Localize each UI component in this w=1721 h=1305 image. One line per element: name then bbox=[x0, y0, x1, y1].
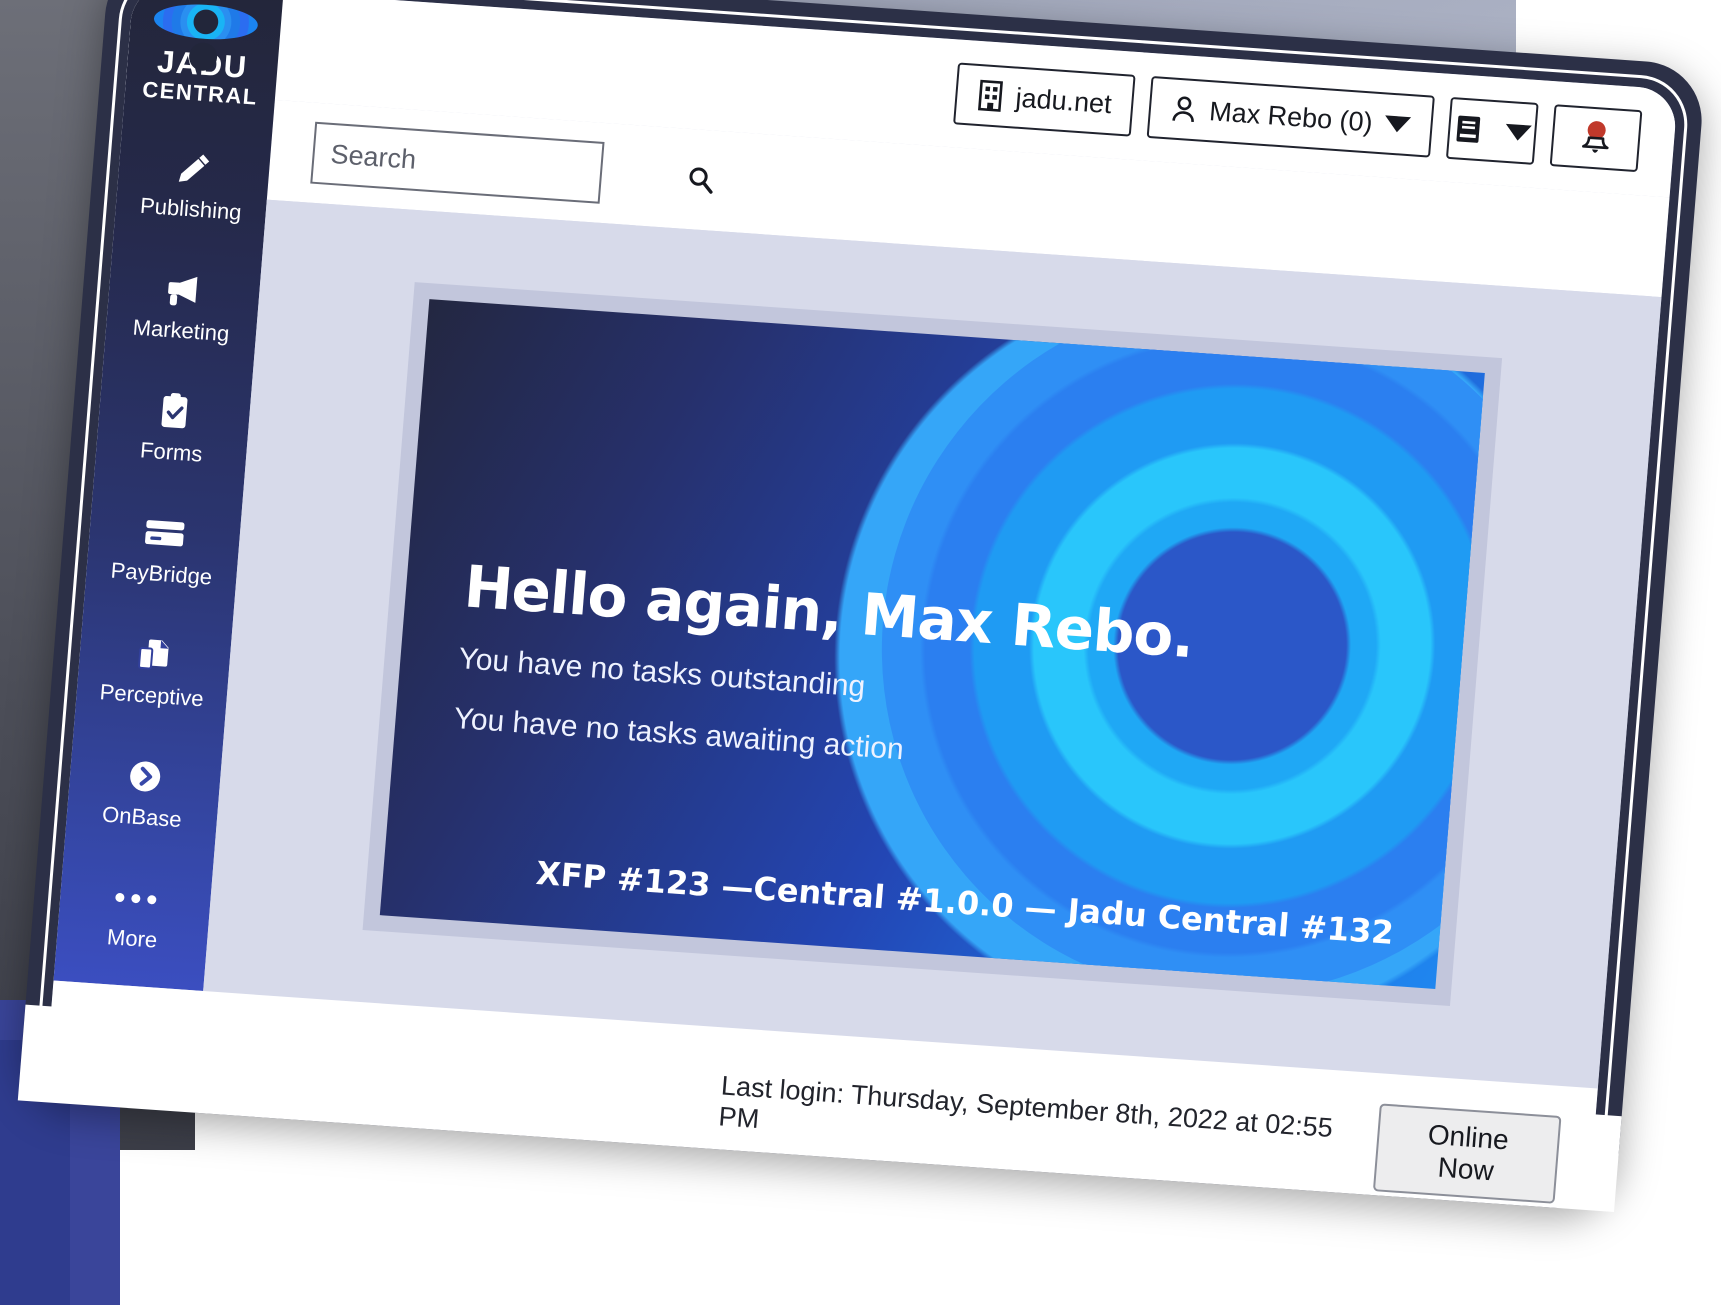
help-menu-button[interactable] bbox=[1445, 96, 1539, 165]
credit-card-icon bbox=[141, 512, 188, 555]
sidebar-item-marketing[interactable]: Marketing bbox=[104, 251, 262, 361]
sidebar-item-more[interactable]: More bbox=[55, 859, 213, 969]
search-input[interactable] bbox=[327, 137, 688, 196]
documents-icon bbox=[134, 634, 175, 677]
sidebar-label: Marketing bbox=[131, 314, 231, 347]
user-icon bbox=[1170, 94, 1198, 126]
hero-frame: Hello again, Max Rebo. You have no tasks… bbox=[362, 282, 1503, 1007]
ellipsis-icon bbox=[113, 877, 157, 920]
sidebar-label: Forms bbox=[139, 437, 204, 467]
book-icon bbox=[1452, 112, 1484, 146]
bell-icon bbox=[1575, 117, 1616, 160]
hero-banner: Hello again, Max Rebo. You have no tasks… bbox=[379, 299, 1485, 989]
clipboard-check-icon bbox=[156, 391, 193, 433]
chevron-down-icon bbox=[1504, 123, 1532, 142]
sidebar-item-publishing[interactable]: Publishing bbox=[114, 129, 272, 239]
sidebar-label: OnBase bbox=[101, 801, 183, 833]
sidebar-item-onbase[interactable]: OnBase bbox=[65, 737, 223, 847]
user-menu-button[interactable]: Max Rebo (0) bbox=[1147, 76, 1435, 158]
sidebar-item-forms[interactable]: Forms bbox=[94, 373, 252, 483]
pencil-icon bbox=[174, 147, 215, 190]
sidebar-item-perceptive[interactable]: Perceptive bbox=[75, 616, 233, 726]
search-field-wrapper[interactable] bbox=[310, 121, 713, 204]
sidebar-item-paybridge[interactable]: PayBridge bbox=[85, 494, 243, 604]
chevron-circle-icon bbox=[125, 755, 166, 798]
user-menu-label: Max Rebo (0) bbox=[1208, 95, 1374, 137]
notifications-button[interactable] bbox=[1549, 104, 1643, 173]
site-button[interactable]: jadu.net bbox=[953, 62, 1137, 137]
megaphone-icon bbox=[162, 269, 207, 312]
jadu-ring-logo bbox=[152, 1, 260, 43]
site-button-label: jadu.net bbox=[1014, 82, 1113, 119]
online-now-button[interactable]: Online Now bbox=[1372, 1103, 1562, 1204]
main-content: Hello again, Max Rebo. You have no tasks… bbox=[203, 199, 1662, 1089]
sidebar-label: Perceptive bbox=[98, 679, 205, 712]
tablet-screen: jadu.net Max Rebo (0) Search CENTRAL Pub… bbox=[45, 0, 1679, 1185]
chevron-down-icon bbox=[1383, 115, 1412, 134]
sidebar-label: More bbox=[106, 924, 159, 953]
sidebar-label: PayBridge bbox=[109, 557, 214, 590]
building-icon bbox=[977, 79, 1006, 113]
search-icon[interactable] bbox=[685, 164, 717, 196]
tablet-device-mockup: jadu.net Max Rebo (0) Search CENTRAL Pub… bbox=[17, 0, 1707, 1212]
sidebar-label: Publishing bbox=[139, 192, 243, 225]
